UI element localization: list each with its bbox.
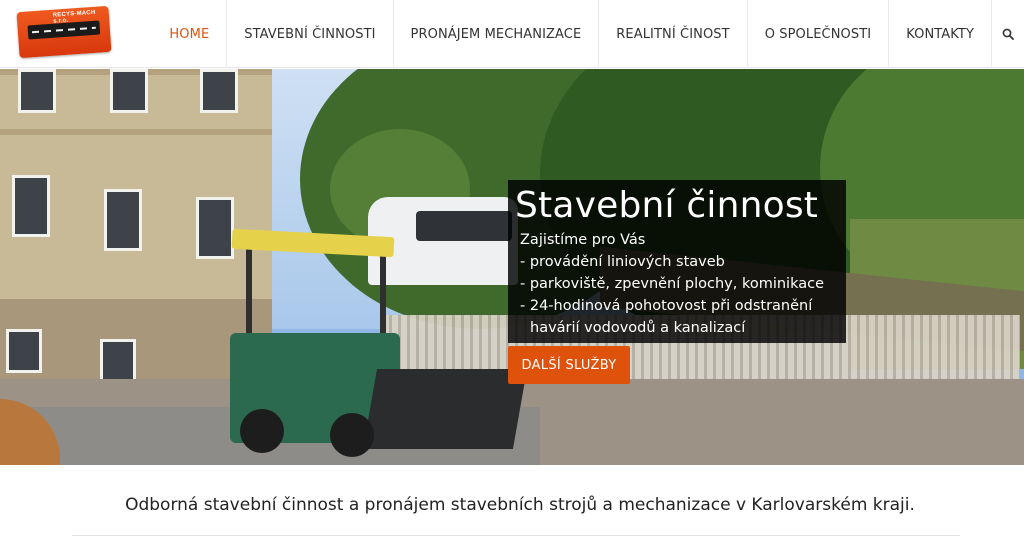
logo-text: RECYS-MACH s.r.o. bbox=[52, 9, 96, 25]
hero-slider: Stavební činnost Zajistíme pro Vás - pro… bbox=[0, 69, 1024, 465]
hero-line: - 24-hodinová pohotovost při odstranění bbox=[520, 298, 813, 314]
more-services-button[interactable]: DALŠÍ SLUŽBY bbox=[508, 346, 630, 384]
section-divider bbox=[72, 535, 960, 536]
site-header: RECYS-MACH s.r.o. HOME STAVEBNÍ ČINNOSTI… bbox=[0, 0, 1024, 68]
site-tagline: Odborná stavební činnost a pronájem stav… bbox=[125, 495, 915, 515]
nav-item-kontakty[interactable]: KONTAKTY bbox=[889, 0, 992, 68]
nav-item-home[interactable]: HOME bbox=[152, 0, 228, 68]
hero-line: - parkoviště, zpevnění plochy, kominikac… bbox=[520, 276, 824, 292]
nav-item-realitni-cinost[interactable]: REALITNÍ ČINOST bbox=[599, 0, 748, 68]
hero-line: havárií vodovodů a kanalizací bbox=[530, 320, 746, 336]
company-logo[interactable]: RECYS-MACH s.r.o. bbox=[16, 5, 112, 59]
nav-item-pronajem-mechanizace[interactable]: PRONÁJEM MECHANIZACE bbox=[394, 0, 600, 68]
hero-line: Zajistíme pro Vás bbox=[520, 232, 646, 248]
main-nav: HOME STAVEBNÍ ČINNOSTI PRONÁJEM MECHANIZ… bbox=[152, 0, 1024, 68]
hero-line: - provádění liniových staveb bbox=[520, 254, 725, 270]
nav-item-stavebni-cinnosti[interactable]: STAVEBNÍ ČINNOSTI bbox=[227, 0, 394, 68]
hero-description: Zajistíme pro Vás - provádění liniových … bbox=[520, 229, 842, 339]
hero-title: Stavební činnost bbox=[515, 185, 819, 226]
nav-item-o-spolecnosti[interactable]: O SPOLEČNOSTI bbox=[748, 0, 890, 68]
search-icon[interactable] bbox=[992, 0, 1024, 68]
